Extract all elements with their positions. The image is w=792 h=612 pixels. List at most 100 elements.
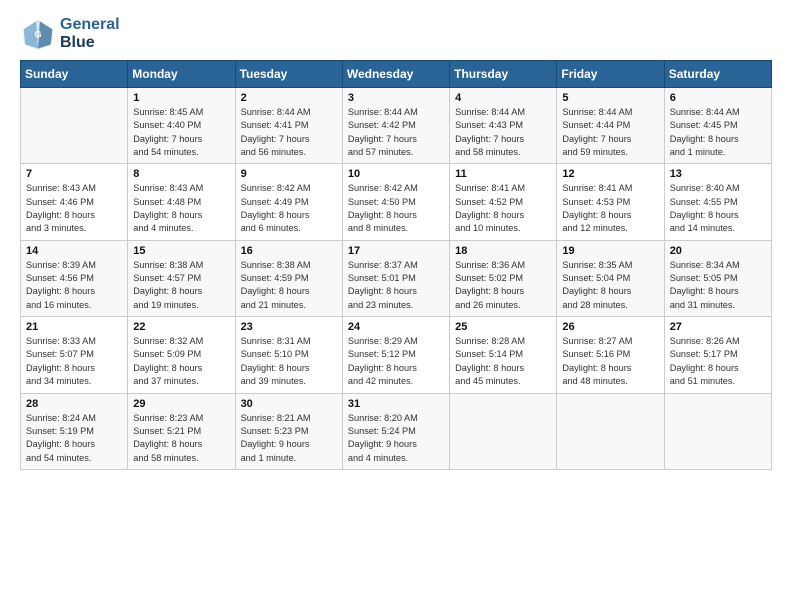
- cell-content: Sunrise: 8:39 AM Sunset: 4:56 PM Dayligh…: [26, 259, 122, 312]
- cell-content: Sunrise: 8:24 AM Sunset: 5:19 PM Dayligh…: [26, 412, 122, 465]
- week-row-1: 1Sunrise: 8:45 AM Sunset: 4:40 PM Daylig…: [21, 88, 772, 164]
- date-number: 25: [455, 321, 551, 333]
- calendar-cell: 8 Sunrise: 8:43 AM Sunset: 4:48 PM Daylig…: [128, 164, 235, 240]
- calendar-cell: 7Sunrise: 8:43 AM Sunset: 4:46 PM Daylig…: [21, 164, 128, 240]
- cell-content: Sunrise: 8:44 AM Sunset: 4:43 PM Dayligh…: [455, 106, 551, 159]
- calendar-cell: 22Sunrise: 8:32 AM Sunset: 5:09 PM Dayli…: [128, 317, 235, 393]
- svg-text:G: G: [34, 30, 41, 40]
- cell-content: Sunrise: 8:41 AM Sunset: 4:52 PM Dayligh…: [455, 182, 551, 235]
- date-number: 8: [133, 168, 229, 180]
- cell-content: Sunrise: 8:40 AM Sunset: 4:55 PM Dayligh…: [670, 182, 766, 235]
- cell-content: Sunrise: 8:36 AM Sunset: 5:02 PM Dayligh…: [455, 259, 551, 312]
- date-number: 31: [348, 398, 444, 410]
- date-number: 26: [562, 321, 658, 333]
- calendar-cell: 25 Sunrise: 8:28 AM Sunset: 5:14 PM Dayli…: [450, 317, 557, 393]
- cell-content: Sunrise: 8:44 AM Sunset: 4:45 PM Dayligh…: [670, 106, 766, 159]
- date-number: 18: [455, 245, 551, 257]
- cell-content: Sunrise: 8:23 AM Sunset: 5:21 PM Dayligh…: [133, 412, 229, 465]
- calendar-cell: [450, 393, 557, 469]
- cell-content: Sunrise: 8:27 AM Sunset: 5:16 PM Dayligh…: [562, 335, 658, 388]
- calendar-cell: 27 Sunrise: 8:26 AM Sunset: 5:17 PM Dayli…: [664, 317, 771, 393]
- date-number: 20: [670, 245, 766, 257]
- date-number: 27: [670, 321, 766, 333]
- date-number: 10: [348, 168, 444, 180]
- calendar-cell: 16Sunrise: 8:38 AM Sunset: 4:59 PM Dayli…: [235, 240, 342, 316]
- cell-content: Sunrise: 8:44 AM Sunset: 4:42 PM Dayligh…: [348, 106, 444, 159]
- calendar-cell: 18 Sunrise: 8:36 AM Sunset: 5:02 PM Dayli…: [450, 240, 557, 316]
- cell-content: Sunrise: 8:44 AM Sunset: 4:41 PM Dayligh…: [241, 106, 337, 159]
- date-number: 4: [455, 92, 551, 104]
- calendar-cell: 29 Sunrise: 8:23 AM Sunset: 5:21 PM Dayli…: [128, 393, 235, 469]
- calendar-cell: 28 Sunrise: 8:24 AM Sunset: 5:19 PM Dayli…: [21, 393, 128, 469]
- cell-content: Sunrise: 8:41 AM Sunset: 4:53 PM Dayligh…: [562, 182, 658, 235]
- cell-content: Sunrise: 8:42 AM Sunset: 4:49 PM Dayligh…: [241, 182, 337, 235]
- date-number: 11: [455, 168, 551, 180]
- calendar-cell: 21Sunrise: 8:33 AM Sunset: 5:07 PM Dayli…: [21, 317, 128, 393]
- cell-content: Sunrise: 8:31 AM Sunset: 5:10 PM Dayligh…: [241, 335, 337, 388]
- calendar-cell: 23 Sunrise: 8:31 AM Sunset: 5:10 PM Dayli…: [235, 317, 342, 393]
- cell-content: Sunrise: 8:20 AM Sunset: 5:24 PM Dayligh…: [348, 412, 444, 465]
- date-number: 1: [133, 92, 229, 104]
- cell-content: Sunrise: 8:34 AM Sunset: 5:05 PM Dayligh…: [670, 259, 766, 312]
- date-number: 2: [241, 92, 337, 104]
- calendar-cell: 10 Sunrise: 8:42 AM Sunset: 4:50 PM Dayli…: [342, 164, 449, 240]
- cell-content: Sunrise: 8:43 AM Sunset: 4:46 PM Dayligh…: [26, 182, 122, 235]
- cell-content: Sunrise: 8:28 AM Sunset: 5:14 PM Dayligh…: [455, 335, 551, 388]
- day-header-saturday: Saturday: [664, 61, 771, 88]
- cell-content: Sunrise: 8:29 AM Sunset: 5:12 PM Dayligh…: [348, 335, 444, 388]
- header: G General Blue: [20, 16, 772, 52]
- cell-content: Sunrise: 8:35 AM Sunset: 5:04 PM Dayligh…: [562, 259, 658, 312]
- date-number: 13: [670, 168, 766, 180]
- date-number: 9: [241, 168, 337, 180]
- cell-content: Sunrise: 8:26 AM Sunset: 5:17 PM Dayligh…: [670, 335, 766, 388]
- calendar-cell: 13 Sunrise: 8:40 AM Sunset: 4:55 PM Dayli…: [664, 164, 771, 240]
- calendar-cell: 19 Sunrise: 8:35 AM Sunset: 5:04 PM Dayli…: [557, 240, 664, 316]
- cell-content: Sunrise: 8:44 AM Sunset: 4:44 PM Dayligh…: [562, 106, 658, 159]
- header-row: SundayMondayTuesdayWednesdayThursdayFrid…: [21, 61, 772, 88]
- date-number: 12: [562, 168, 658, 180]
- date-number: 15: [133, 245, 229, 257]
- date-number: 5: [562, 92, 658, 104]
- date-number: 23: [241, 321, 337, 333]
- date-number: 28: [26, 398, 122, 410]
- calendar-cell: 20 Sunrise: 8:34 AM Sunset: 5:05 PM Dayli…: [664, 240, 771, 316]
- cell-content: Sunrise: 8:42 AM Sunset: 4:50 PM Dayligh…: [348, 182, 444, 235]
- day-header-monday: Monday: [128, 61, 235, 88]
- cell-content: Sunrise: 8:33 AM Sunset: 5:07 PM Dayligh…: [26, 335, 122, 388]
- day-header-thursday: Thursday: [450, 61, 557, 88]
- date-number: 16: [241, 245, 337, 257]
- date-number: 17: [348, 245, 444, 257]
- page: G General Blue SundayMondayTuesdayWednes…: [0, 0, 792, 480]
- day-header-tuesday: Tuesday: [235, 61, 342, 88]
- calendar-cell: 6 Sunrise: 8:44 AM Sunset: 4:45 PM Daylig…: [664, 88, 771, 164]
- calendar-cell: 11 Sunrise: 8:41 AM Sunset: 4:52 PM Dayli…: [450, 164, 557, 240]
- calendar-cell: [664, 393, 771, 469]
- calendar-table: SundayMondayTuesdayWednesdayThursdayFrid…: [20, 60, 772, 470]
- calendar-cell: 15Sunrise: 8:38 AM Sunset: 4:57 PM Dayli…: [128, 240, 235, 316]
- calendar-cell: 1Sunrise: 8:45 AM Sunset: 4:40 PM Daylig…: [128, 88, 235, 164]
- date-number: 24: [348, 321, 444, 333]
- day-header-friday: Friday: [557, 61, 664, 88]
- calendar-cell: 17 Sunrise: 8:37 AM Sunset: 5:01 PM Dayli…: [342, 240, 449, 316]
- cell-content: Sunrise: 8:37 AM Sunset: 5:01 PM Dayligh…: [348, 259, 444, 312]
- cell-content: Sunrise: 8:43 AM Sunset: 4:48 PM Dayligh…: [133, 182, 229, 235]
- calendar-cell: 24 Sunrise: 8:29 AM Sunset: 5:12 PM Dayli…: [342, 317, 449, 393]
- week-row-5: 28 Sunrise: 8:24 AM Sunset: 5:19 PM Dayli…: [21, 393, 772, 469]
- calendar-cell: [557, 393, 664, 469]
- date-number: 29: [133, 398, 229, 410]
- calendar-cell: 2 Sunrise: 8:44 AM Sunset: 4:41 PM Daylig…: [235, 88, 342, 164]
- date-number: 6: [670, 92, 766, 104]
- cell-content: Sunrise: 8:21 AM Sunset: 5:23 PM Dayligh…: [241, 412, 337, 465]
- calendar-cell: 26 Sunrise: 8:27 AM Sunset: 5:16 PM Dayli…: [557, 317, 664, 393]
- date-number: 19: [562, 245, 658, 257]
- date-number: 14: [26, 245, 122, 257]
- day-header-wednesday: Wednesday: [342, 61, 449, 88]
- calendar-cell: 9 Sunrise: 8:42 AM Sunset: 4:49 PM Daylig…: [235, 164, 342, 240]
- calendar-cell: 5 Sunrise: 8:44 AM Sunset: 4:44 PM Daylig…: [557, 88, 664, 164]
- date-number: 30: [241, 398, 337, 410]
- week-row-3: 14 Sunrise: 8:39 AM Sunset: 4:56 PM Dayli…: [21, 240, 772, 316]
- week-row-4: 21Sunrise: 8:33 AM Sunset: 5:07 PM Dayli…: [21, 317, 772, 393]
- date-number: 3: [348, 92, 444, 104]
- logo-text: General Blue: [60, 16, 120, 51]
- calendar-cell: 30 Sunrise: 8:21 AM Sunset: 5:23 PM Dayli…: [235, 393, 342, 469]
